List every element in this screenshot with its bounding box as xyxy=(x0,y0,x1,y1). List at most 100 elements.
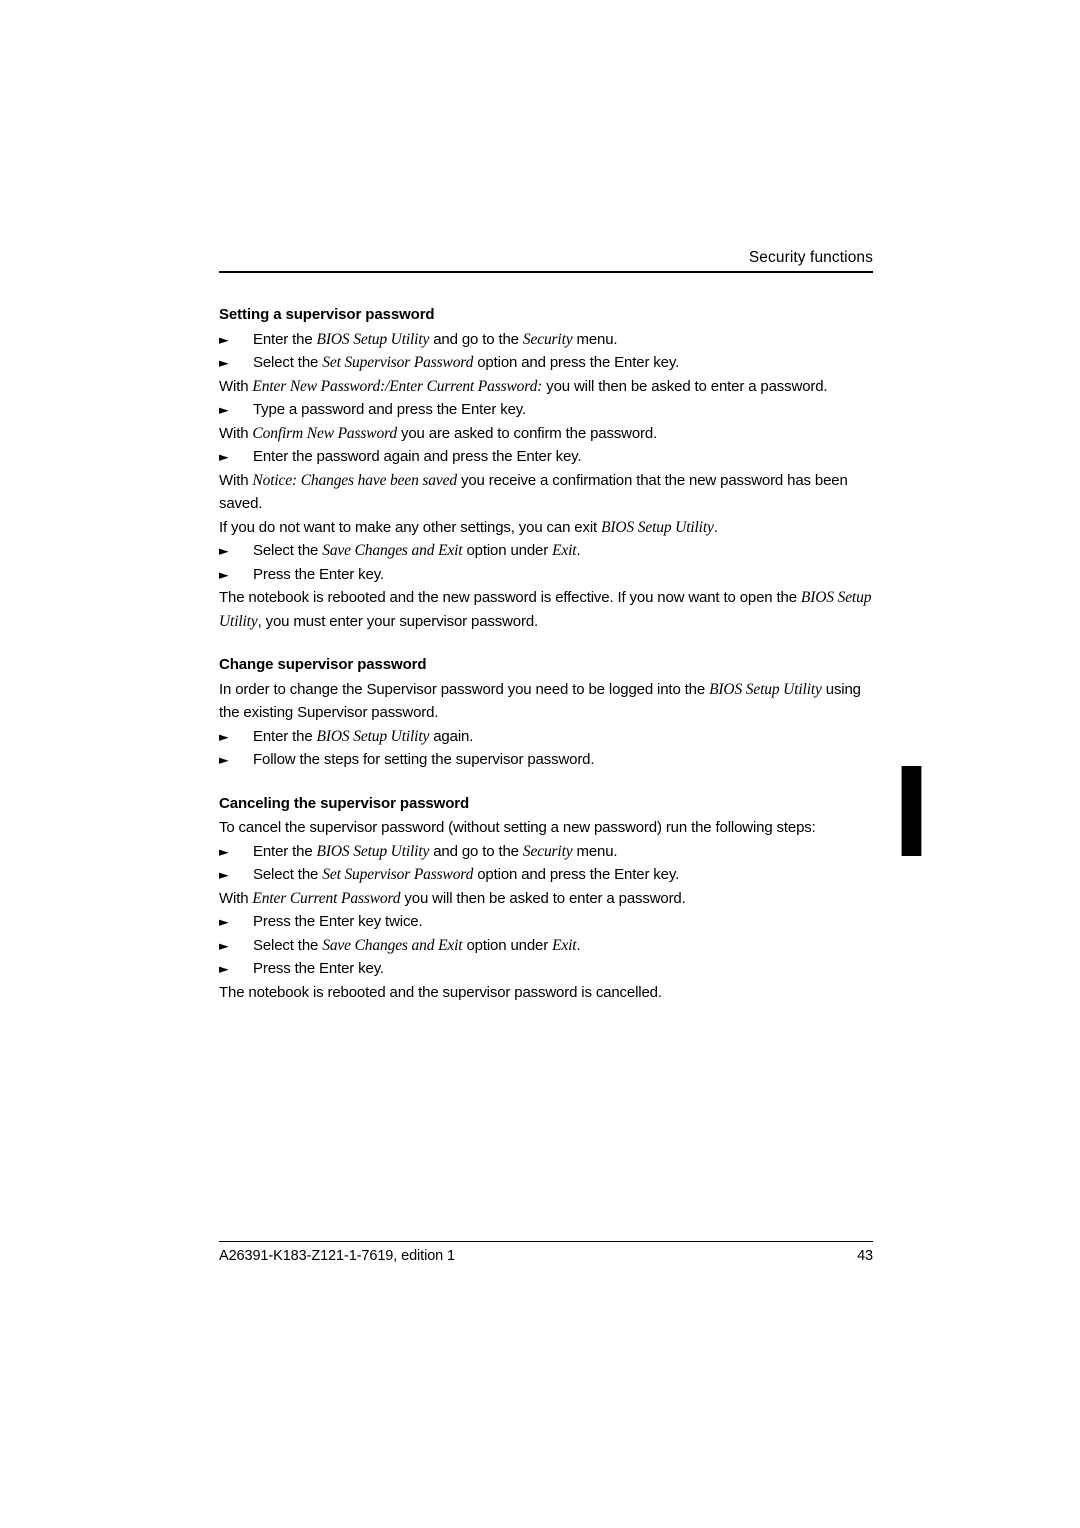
ui-term: BIOS Setup Utility xyxy=(316,330,430,348)
step-text: Select the Save Changes and Exit option … xyxy=(253,934,875,958)
step-arrow-icon: ► xyxy=(219,752,229,767)
ui-term: BIOS Setup Utility xyxy=(316,842,430,860)
text-run: you are asked to confirm the password. xyxy=(396,424,658,442)
text-run: The notebook is rebooted and the supervi… xyxy=(219,983,662,1001)
body-paragraph: In order to change the Supervisor passwo… xyxy=(219,678,875,725)
step-arrow-icon: ► xyxy=(219,449,229,464)
procedure-step: ► Type a password and press the Enter key… xyxy=(219,398,875,422)
text-run: . xyxy=(576,542,581,559)
step-text: Type a password and press the Enter key. xyxy=(253,398,875,422)
procedure-step: ► Select the Save Changes and Exit option… xyxy=(219,539,875,563)
ui-term: BIOS Setup Utility xyxy=(316,727,430,745)
ui-term: BIOS Setup Utility xyxy=(709,680,822,698)
text-run: menu. xyxy=(572,842,618,860)
text-run: With xyxy=(219,377,253,395)
text-run: With xyxy=(219,471,253,489)
step-arrow-icon: ► xyxy=(219,843,229,859)
procedure-step: ► Enter the password again and press the … xyxy=(219,445,875,469)
step-arrow-icon: ► xyxy=(219,543,229,558)
body-paragraph: With Enter Current Password you will the… xyxy=(219,887,875,911)
body-paragraph: With Confirm New Password you are asked … xyxy=(219,422,875,446)
text-run: Press the Enter key twice. xyxy=(253,913,423,930)
text-run: If you do not want to make any other set… xyxy=(219,518,602,536)
ui-term: Save Changes and Exit xyxy=(322,936,463,954)
ui-term: Security xyxy=(522,842,573,860)
body-paragraph: The notebook is rebooted and the supervi… xyxy=(219,981,875,1005)
text-run: Enter the password again and press the E… xyxy=(253,448,582,465)
step-arrow-icon: ► xyxy=(219,566,229,582)
step-text: Enter the BIOS Setup Utility and go to t… xyxy=(253,328,875,352)
text-run: option under xyxy=(462,936,553,954)
procedure-step: ► Enter the BIOS Setup Utility and go to … xyxy=(219,840,875,864)
procedure-step: ► Select the Set Supervisor Password opti… xyxy=(219,863,875,887)
text-run: The notebook is rebooted and the new pas… xyxy=(219,589,801,606)
text-run: With xyxy=(219,889,253,907)
ui-term: Enter New Password:/Enter Current Passwo… xyxy=(252,377,543,395)
step-text: Select the Set Supervisor Password optio… xyxy=(253,863,875,887)
text-run: Select the xyxy=(253,542,323,559)
step-arrow-icon: ► xyxy=(219,728,229,744)
text-run: option and press the Enter key. xyxy=(473,354,680,371)
header-chapter-title: Security functions xyxy=(748,249,873,266)
ui-term: Enter Current Password xyxy=(252,889,401,907)
step-text: Follow the steps for setting the supervi… xyxy=(253,748,875,772)
text-run: . xyxy=(576,936,581,954)
ui-term: Notice: Changes have been saved xyxy=(252,471,457,489)
text-run: With xyxy=(219,424,253,442)
procedure-step: ► Enter the BIOS Setup Utility and go to … xyxy=(219,328,875,352)
text-run: Enter the xyxy=(253,727,317,745)
text-run: Type a password and press the Enter key. xyxy=(253,401,527,418)
text-run: Press the Enter key. xyxy=(253,565,384,583)
step-text: Enter the BIOS Setup Utility again. xyxy=(253,725,875,749)
footer-document-id: A26391-K183-Z121-1-7619, edition 1 xyxy=(219,1248,456,1264)
text-run: Press the Enter key. xyxy=(253,960,384,977)
text-run: you will then be asked to enter a passwo… xyxy=(542,377,828,395)
ui-term: Set Supervisor Password xyxy=(322,866,474,883)
procedure-step: ► Press the Enter key. xyxy=(219,563,875,587)
body-paragraph: With Notice: Changes have been saved you… xyxy=(219,469,875,516)
procedure-step: ► Follow the steps for setting the superv… xyxy=(219,748,875,772)
step-text: Press the Enter key. xyxy=(253,563,875,587)
body-paragraph: If you do not want to make any other set… xyxy=(219,516,875,540)
document-page: Security functions Setting a supervisor … xyxy=(0,0,1080,1528)
text-run: you will then be asked to enter a passwo… xyxy=(400,889,686,907)
text-run: and go to the xyxy=(429,842,523,860)
text-run: Select the xyxy=(253,866,323,883)
procedure-step: ► Enter the BIOS Setup Utility again. xyxy=(219,725,875,749)
header-rule xyxy=(219,271,873,273)
footer-row: A26391-K183-Z121-1-7619, edition 1 43 xyxy=(219,1247,873,1266)
page-header: Security functions xyxy=(219,248,873,273)
text-run: . xyxy=(713,518,718,536)
page-footer: A26391-K183-Z121-1-7619, edition 1 43 xyxy=(219,1241,873,1266)
step-arrow-icon: ► xyxy=(219,914,229,929)
footer-rule xyxy=(219,1241,873,1242)
text-run: Select the xyxy=(253,354,323,371)
ui-term: Security xyxy=(522,330,573,348)
page-content: Setting a supervisor password ► Enter the … xyxy=(219,303,875,1004)
ui-term: Confirm New Password xyxy=(252,424,397,442)
procedure-step: ► Press the Enter key. xyxy=(219,957,875,981)
step-arrow-icon: ► xyxy=(219,867,229,882)
text-run: Enter the xyxy=(253,842,317,860)
text-run: In order to change the Supervisor passwo… xyxy=(219,680,710,698)
step-arrow-icon: ► xyxy=(219,355,229,370)
thumb-index-marker xyxy=(901,766,922,856)
step-text: Select the Save Changes and Exit option … xyxy=(253,539,875,563)
footer-page-number: 43 xyxy=(857,1248,873,1264)
body-paragraph: With Enter New Password:/Enter Current P… xyxy=(219,375,875,399)
ui-term: Save Changes and Exit xyxy=(322,542,463,559)
step-text: Press the Enter key twice. xyxy=(253,910,875,934)
text-run: again. xyxy=(429,727,474,745)
ui-term: Set Supervisor Password xyxy=(322,354,474,371)
ui-term: BIOS Setup Utility xyxy=(601,518,714,536)
procedure-step: ► Select the Set Supervisor Password opti… xyxy=(219,351,875,375)
section-heading: Setting a supervisor password xyxy=(219,306,435,323)
body-paragraph: The notebook is rebooted and the new pas… xyxy=(219,586,875,633)
procedure-step: ► Press the Enter key twice. xyxy=(219,910,875,934)
text-run: menu. xyxy=(572,330,618,348)
step-text: Press the Enter key. xyxy=(253,957,875,981)
ui-term: Exit xyxy=(552,936,577,954)
text-run: option under xyxy=(462,542,553,559)
text-run: Enter the xyxy=(253,330,317,348)
step-text: Enter the BIOS Setup Utility and go to t… xyxy=(253,840,875,864)
